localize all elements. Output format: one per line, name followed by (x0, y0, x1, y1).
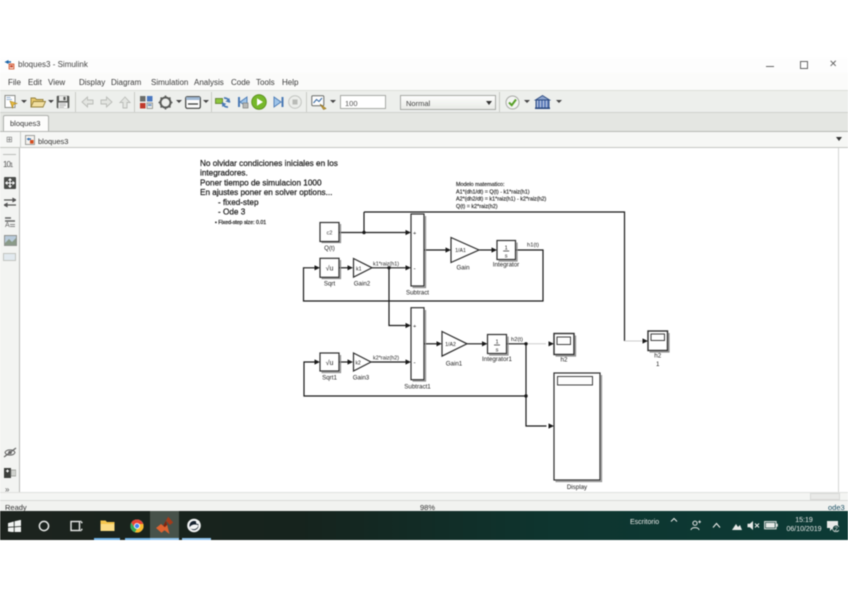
svg-text:k1: k1 (356, 266, 362, 272)
svg-text:No olvidar condiciones inicial: No olvidar condiciones iniciales en los (200, 159, 338, 168)
svg-text:Display: Display (567, 484, 588, 491)
svg-text:h2: h2 (654, 353, 661, 360)
svg-text:Q(t): Q(t) (324, 245, 335, 252)
svg-text:1: 1 (495, 340, 498, 346)
svg-text:h1(t): h1(t) (527, 243, 539, 249)
svg-text:Gain: Gain (456, 265, 470, 272)
svg-text:- fixed-step: - fixed-step (218, 198, 259, 207)
svg-text:Gain3: Gain3 (353, 375, 370, 382)
svg-text:Integrator1: Integrator1 (482, 356, 512, 363)
svg-text:1/A2: 1/A2 (445, 342, 456, 348)
svg-text:h2: h2 (561, 357, 568, 364)
svg-text:1/A1: 1/A1 (455, 248, 466, 254)
svg-text:s: s (505, 254, 508, 260)
svg-text:Integrator: Integrator (493, 262, 519, 269)
svg-text:+: + (413, 324, 416, 330)
svg-text:-: - (414, 360, 416, 367)
svg-text:k2*raiz(h2): k2*raiz(h2) (373, 356, 399, 362)
svg-text:Sqrt1: Sqrt1 (322, 375, 337, 382)
svg-text:A1*(dh1/dt) = Q(t) - k1*raiz(h: A1*(dh1/dt) = Q(t) - k1*raiz(h1) (456, 189, 530, 195)
svg-text:s: s (496, 348, 499, 354)
svg-text:+: + (413, 231, 416, 237)
svg-text:1: 1 (505, 246, 508, 252)
svg-text:√u: √u (326, 265, 334, 273)
svg-text:h2(t): h2(t) (511, 337, 523, 343)
svg-text:k2: k2 (356, 361, 362, 367)
svg-text:k1*raiz(h1): k1*raiz(h1) (373, 261, 399, 267)
svg-text:integradores.: integradores. (200, 169, 248, 178)
svg-text:- Ode 3: - Ode 3 (218, 208, 246, 217)
svg-text:A: A (5, 222, 10, 228)
svg-text:Poner tiempo de simulacion 100: Poner tiempo de simulacion 1000 (200, 178, 322, 187)
svg-text:c2: c2 (327, 231, 333, 237)
svg-text:Subtract: Subtract (406, 290, 429, 297)
svg-text:▪ Fixed-step size: 0.01: ▪ Fixed-step size: 0.01 (215, 220, 266, 226)
svg-text:A2*(dh2/dt) = k1*raiz(h1) - k2: A2*(dh2/dt) = k1*raiz(h1) - k2*raiz(h2) (456, 197, 547, 203)
svg-text:Sqrt: Sqrt (324, 281, 336, 288)
svg-text:Gain1: Gain1 (446, 361, 463, 368)
svg-text:Modelo matematico:: Modelo matematico: (456, 182, 505, 188)
svg-text:En ajustes poner en solver opt: En ajustes poner en solver options... (200, 188, 332, 197)
svg-text:Q(t) = k2*raiz(h2): Q(t) = k2*raiz(h2) (456, 204, 498, 210)
svg-text:Gain2: Gain2 (354, 281, 371, 288)
svg-text:√u: √u (326, 359, 334, 367)
svg-text:1: 1 (656, 361, 660, 368)
svg-text:Subtract1: Subtract1 (404, 384, 431, 391)
svg-text:-: - (414, 265, 416, 272)
